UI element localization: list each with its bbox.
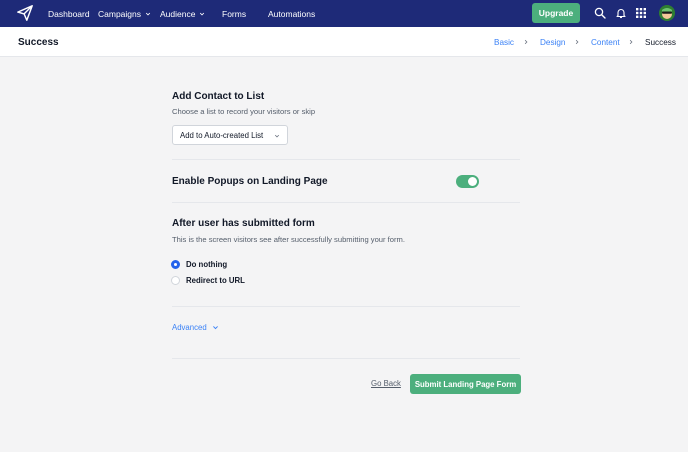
nav-dashboard-label: Dashboard [48,8,90,19]
page-title: Success [18,37,59,48]
popups-title: Enable Popups on Landing Page [172,176,328,187]
nav-automations-label: Automations [268,8,316,19]
nav-dashboard[interactable]: Dashboard [48,0,90,27]
contact-list-selected-value: Add to Auto-created List [180,130,264,140]
breadcrumb-basic[interactable]: Basic [494,38,514,47]
divider [172,306,520,307]
paper-plane-logo-icon[interactable] [16,4,34,22]
apps-grid-icon[interactable] [635,7,647,19]
radio-do-nothing[interactable] [171,260,180,269]
radio-do-nothing-label[interactable]: Do nothing [186,260,227,269]
popups-toggle[interactable] [456,175,479,188]
go-back-link[interactable]: Go Back [371,379,401,388]
chevron-down-icon [212,326,218,330]
chevron-right-icon [575,39,579,45]
contact-list-subtitle: Choose a list to record your visitors or… [172,107,316,116]
page-header: Success Basic Design Content Success [0,27,688,57]
chevron-down-icon [145,12,151,15]
avatar-icon [659,5,675,21]
breadcrumb-design[interactable]: Design [540,38,566,47]
contact-list-select[interactable]: Add to Auto-created List [172,125,288,145]
top-navbar: Dashboard Campaigns Audience Forms Autom… [0,0,688,27]
radio-redirect-url[interactable] [171,276,180,285]
chevron-down-icon [274,134,280,138]
nav-campaigns-label: Campaigns [98,8,141,19]
submit-landing-page-button[interactable]: Submit Landing Page Form [410,374,521,394]
advanced-toggle[interactable]: Advanced [172,323,219,332]
chevron-right-icon [629,39,633,45]
after-submit-subtitle: This is the screen visitors see after su… [172,235,405,244]
nav-campaigns[interactable]: Campaigns [98,0,151,27]
nav-automations[interactable]: Automations [268,0,315,27]
avatar[interactable] [659,5,675,21]
bell-icon[interactable] [615,7,627,19]
toggle-knob [468,177,477,186]
divider [172,159,520,160]
after-submit-title: After user has submitted form [172,218,315,229]
divider [172,202,520,203]
nav-audience-label: Audience [160,8,196,19]
chevron-right-icon [524,39,528,45]
chevron-down-icon [200,12,205,15]
nav-forms[interactable]: Forms [222,0,246,27]
nav-audience[interactable]: Audience [160,0,205,27]
breadcrumb-content[interactable]: Content [591,38,620,47]
search-icon[interactable] [594,7,606,19]
breadcrumb-success: Success [645,38,676,47]
upgrade-button[interactable]: Upgrade [532,3,580,23]
contact-list-title: Add Contact to List [172,91,265,102]
divider [172,358,520,359]
nav-forms-label: Forms [222,8,247,19]
advanced-label: Advanced [172,323,207,332]
radio-redirect-url-label[interactable]: Redirect to URL [186,276,245,285]
